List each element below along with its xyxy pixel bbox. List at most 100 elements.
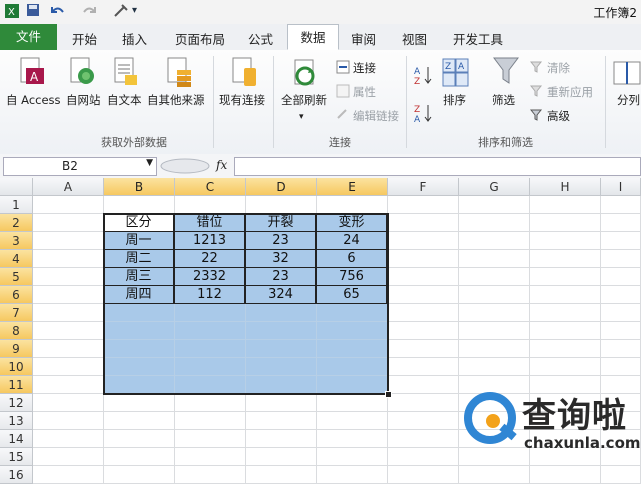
column-header-c[interactable]: C	[175, 178, 246, 196]
cell-h10[interactable]	[530, 358, 601, 376]
row-header-3[interactable]: 3	[0, 232, 33, 250]
tab-formulas[interactable]: 公式	[248, 29, 273, 48]
cell-c14[interactable]	[175, 430, 246, 448]
cell-e6[interactable]: 65	[316, 285, 387, 304]
cell-d14[interactable]	[246, 430, 317, 448]
cell-a15[interactable]	[33, 448, 104, 466]
cell-c10[interactable]	[175, 358, 246, 376]
cell-e15[interactable]	[317, 448, 388, 466]
refresh-all-button[interactable]: 全部刷新	[281, 92, 327, 108]
cell-g4[interactable]	[459, 250, 530, 268]
cell-a9[interactable]	[33, 340, 104, 358]
cell-e3[interactable]: 24	[316, 231, 387, 250]
cell-b14[interactable]	[104, 430, 175, 448]
row-header-14[interactable]: 14	[0, 430, 33, 448]
row-header-16[interactable]: 16	[0, 466, 33, 484]
tab-view[interactable]: 视图	[402, 29, 427, 48]
cell-a13[interactable]	[33, 412, 104, 430]
cell-c12[interactable]	[175, 394, 246, 412]
cell-h4[interactable]	[530, 250, 601, 268]
cell-f15[interactable]	[388, 448, 459, 466]
row-header-12[interactable]: 12	[0, 394, 33, 412]
cell-h2[interactable]	[530, 214, 601, 232]
cell-a16[interactable]	[33, 466, 104, 484]
name-box-dropdown-icon[interactable]: ▼	[146, 158, 153, 168]
cell-h8[interactable]	[530, 322, 601, 340]
cell-g9[interactable]	[459, 340, 530, 358]
cell-e1[interactable]	[317, 196, 388, 214]
cell-d9[interactable]	[246, 340, 317, 358]
cell-d12[interactable]	[246, 394, 317, 412]
cell-d10[interactable]	[246, 358, 317, 376]
cell-a3[interactable]	[33, 232, 104, 250]
column-header-a[interactable]: A	[33, 178, 104, 196]
cell-b16[interactable]	[104, 466, 175, 484]
cell-i4[interactable]	[601, 250, 641, 268]
column-header-h[interactable]: H	[530, 178, 601, 196]
column-header-g[interactable]: G	[459, 178, 530, 196]
cell-e4[interactable]: 6	[316, 249, 387, 268]
cell-e13[interactable]	[317, 412, 388, 430]
existing-connections-button[interactable]: 现有连接	[219, 92, 265, 108]
cell-f7[interactable]	[388, 304, 459, 322]
tab-developer[interactable]: 开发工具	[453, 29, 503, 48]
cell-c6[interactable]: 112	[174, 285, 245, 304]
cell-f1[interactable]	[388, 196, 459, 214]
cell-f13[interactable]	[388, 412, 459, 430]
from-text-button[interactable]: 自文本	[107, 92, 142, 108]
from-other-sources-button[interactable]: 自其他来源	[147, 92, 205, 108]
cell-h16[interactable]	[530, 466, 601, 484]
cell-g1[interactable]	[459, 196, 530, 214]
column-header-i[interactable]: I	[601, 178, 641, 196]
reapply-button[interactable]: 重新应用	[547, 84, 593, 100]
cell-c4[interactable]: 22	[174, 249, 245, 268]
cell-i8[interactable]	[601, 322, 641, 340]
cell-a12[interactable]	[33, 394, 104, 412]
cell-h5[interactable]	[530, 268, 601, 286]
cell-d1[interactable]	[246, 196, 317, 214]
cell-b4[interactable]: 周二	[103, 249, 174, 268]
cell-i3[interactable]	[601, 232, 641, 250]
cell-b1[interactable]	[104, 196, 175, 214]
cell-a8[interactable]	[33, 322, 104, 340]
cell-f3[interactable]	[388, 232, 459, 250]
tab-review[interactable]: 审阅	[351, 29, 376, 48]
cell-c9[interactable]	[175, 340, 246, 358]
cell-g2[interactable]	[459, 214, 530, 232]
cell-d7[interactable]	[246, 304, 317, 322]
properties-button[interactable]: 属性	[353, 84, 376, 100]
cell-d2[interactable]: 开裂	[245, 213, 316, 232]
from-web-button[interactable]: 自网站	[66, 92, 101, 108]
cell-e7[interactable]	[317, 304, 388, 322]
cell-c16[interactable]	[175, 466, 246, 484]
refresh-dropdown-icon[interactable]: ▾	[299, 112, 304, 122]
cell-a5[interactable]	[33, 268, 104, 286]
edit-links-button[interactable]: 编辑链接	[353, 108, 399, 124]
cell-b9[interactable]	[104, 340, 175, 358]
cell-d3[interactable]: 23	[245, 231, 316, 250]
fill-handle[interactable]	[385, 391, 392, 398]
cell-d6[interactable]: 324	[245, 285, 316, 304]
cell-i10[interactable]	[601, 358, 641, 376]
cell-h6[interactable]	[530, 286, 601, 304]
cell-e5[interactable]: 756	[316, 267, 387, 286]
insert-function-button[interactable]: fx	[216, 158, 227, 172]
row-header-2[interactable]: 2	[0, 214, 33, 232]
cell-f10[interactable]	[388, 358, 459, 376]
column-header-d[interactable]: D	[246, 178, 317, 196]
cell-f2[interactable]	[388, 214, 459, 232]
cell-i5[interactable]	[601, 268, 641, 286]
cell-i9[interactable]	[601, 340, 641, 358]
tab-data[interactable]: 数据	[287, 24, 339, 50]
connections-button[interactable]: 连接	[353, 60, 376, 76]
row-header-6[interactable]: 6	[0, 286, 33, 304]
cell-c11[interactable]	[175, 376, 246, 394]
cell-h1[interactable]	[530, 196, 601, 214]
cell-f6[interactable]	[388, 286, 459, 304]
cell-c13[interactable]	[175, 412, 246, 430]
cell-h9[interactable]	[530, 340, 601, 358]
cell-g16[interactable]	[459, 466, 530, 484]
row-header-5[interactable]: 5	[0, 268, 33, 286]
cell-a14[interactable]	[33, 430, 104, 448]
cell-e8[interactable]	[317, 322, 388, 340]
